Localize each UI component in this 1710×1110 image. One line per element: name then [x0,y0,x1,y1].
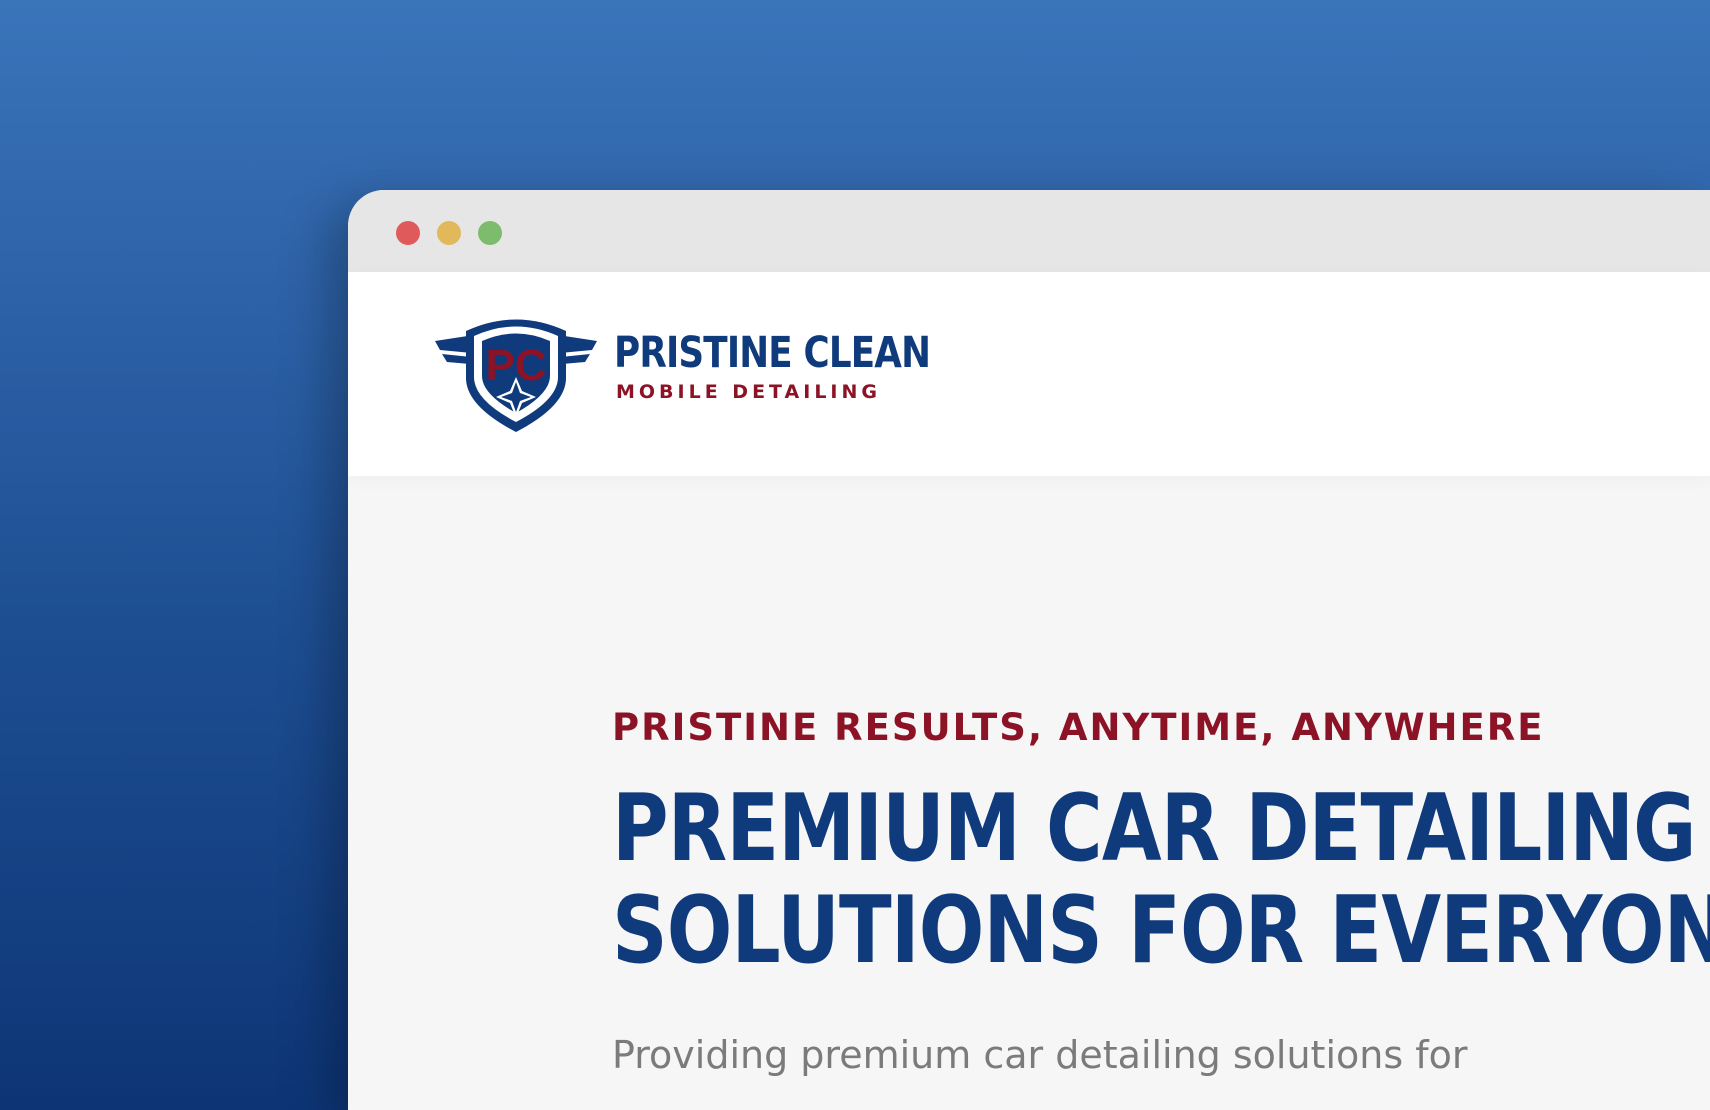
browser-window: PC PRISTINE CLEAN MOBILE DETAILING PRIST… [348,190,1710,1110]
minimize-window-button[interactable] [437,221,461,245]
brand-name[interactable]: PRISTINE CLEAN [614,329,931,377]
browser-titlebar [348,190,1710,272]
hero-headline-line-2: SOLUTIONS FOR EVERYONE [612,876,1710,984]
shield-logo-icon[interactable]: PC [434,314,598,434]
hero-headline: PREMIUM CAR DETAILING SOLUTIONS FOR EVER… [612,777,1710,981]
site-header: PC PRISTINE CLEAN MOBILE DETAILING [348,272,1710,476]
hero-eyebrow: PRISTINE RESULTS, ANYTIME, ANYWHERE [612,706,1545,749]
hero-subtext: Providing premium car detailing solution… [612,1033,1468,1077]
close-window-button[interactable] [396,221,420,245]
logo-initials: PC [485,341,546,390]
zoom-window-button[interactable] [478,221,502,245]
hero-headline-line-1: PREMIUM CAR DETAILING [612,774,1697,882]
brand-tagline: MOBILE DETAILING [616,381,881,403]
